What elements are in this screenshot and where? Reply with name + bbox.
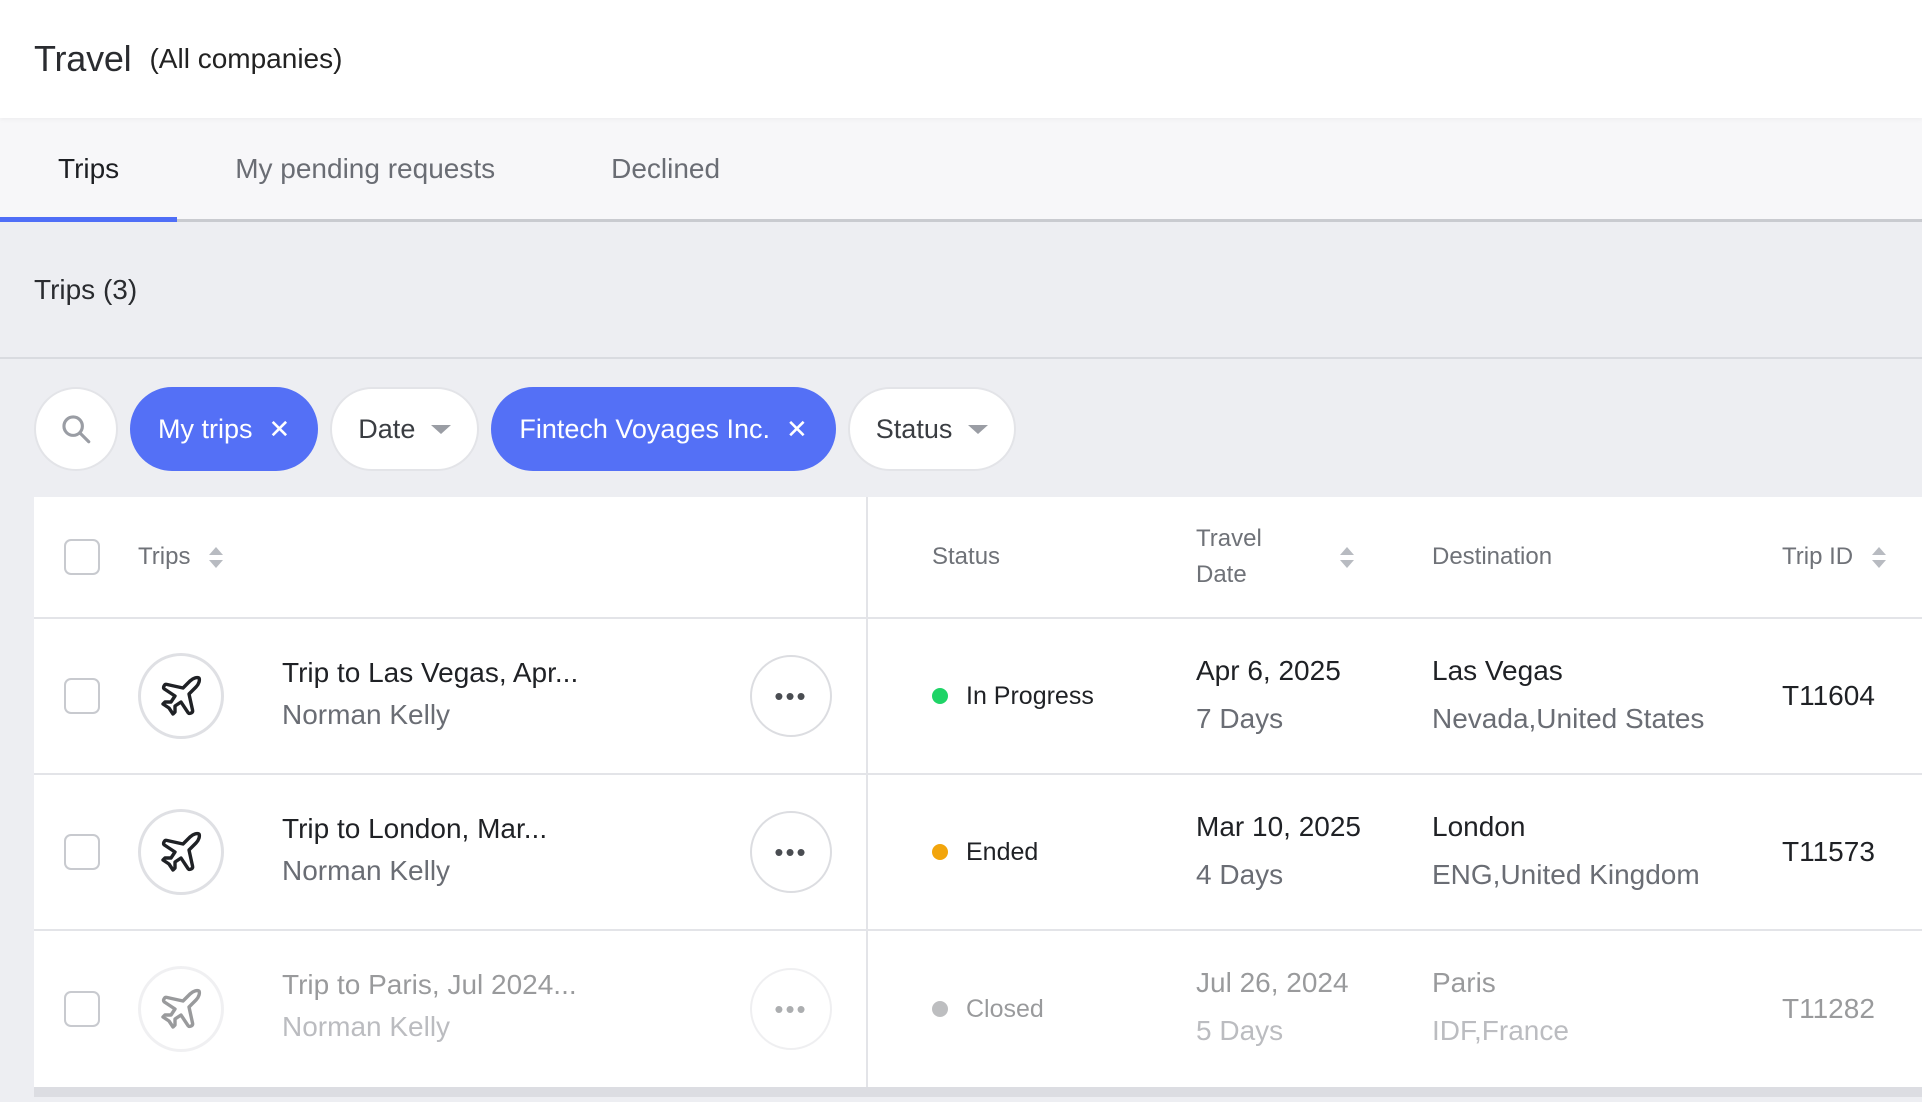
column-header-destination-label: Destination: [1432, 543, 1553, 570]
more-icon: •••: [774, 836, 808, 867]
status-badge: In Progress: [932, 682, 1094, 711]
more-icon: •••: [774, 680, 808, 711]
filter-my-trips[interactable]: My trips ✕: [130, 387, 319, 471]
trip-name[interactable]: Trip to Las Vegas, Apr...: [282, 657, 578, 689]
caret-down-icon: [431, 424, 452, 434]
trips-count: Trips (3): [34, 273, 138, 305]
trip-avatar: [138, 966, 224, 1052]
trip-id: T11573: [1782, 836, 1875, 867]
row-checkbox[interactable]: [64, 991, 100, 1027]
status-badge: Ended: [932, 838, 1038, 867]
trip-avatar: [138, 809, 224, 895]
filter-my-trips-label: My trips: [158, 413, 253, 444]
column-divider: [866, 497, 868, 617]
remove-filter-icon[interactable]: ✕: [269, 416, 291, 442]
more-icon: •••: [774, 993, 808, 1024]
travel-date: Mar 10, 2025: [1196, 811, 1361, 842]
more-actions-button[interactable]: •••: [750, 968, 832, 1050]
filter-company-label: Fintech Voyages Inc.: [519, 413, 770, 444]
tab-declined[interactable]: Declined: [553, 118, 778, 219]
caret-down-icon: [968, 424, 989, 434]
trip-name[interactable]: Trip to Paris, Jul 2024...: [282, 969, 577, 1001]
select-all-checkbox[interactable]: [64, 539, 100, 575]
status-badge: Closed: [932, 995, 1044, 1024]
tab-my-pending-requests[interactable]: My pending requests: [177, 118, 553, 219]
trip-name[interactable]: Trip to London, Mar...: [282, 813, 547, 845]
destination-city: London: [1432, 811, 1526, 842]
tab-trips[interactable]: Trips: [0, 118, 178, 222]
search-button[interactable]: [34, 387, 118, 471]
page-subtitle: (All companies): [149, 43, 343, 74]
column-divider: [866, 619, 868, 773]
filter-status[interactable]: Status: [847, 387, 1017, 471]
table-header: Trips Status Travel Date Destination Tri…: [34, 497, 1922, 619]
travel-date: Jul 26, 2024: [1196, 967, 1349, 998]
filter-date-label: Date: [358, 413, 416, 444]
travel-duration: 7 Days: [1196, 703, 1284, 734]
trip-id: T11282: [1782, 993, 1875, 1024]
travel-date: Apr 6, 2025: [1196, 655, 1341, 686]
column-header-trip-id-label: Trip ID: [1782, 543, 1854, 570]
table-row[interactable]: Trip to Paris, Jul 2024... Norman Kelly …: [34, 931, 1922, 1087]
column-header-travel-date-line1: Travel: [1196, 525, 1262, 552]
sort-icon[interactable]: [1871, 547, 1886, 569]
row-checkbox[interactable]: [64, 678, 100, 714]
destination-region: Nevada,United States: [1432, 703, 1705, 734]
destination-city: Paris: [1432, 967, 1496, 998]
filter-status-label: Status: [875, 413, 953, 444]
filter-company[interactable]: Fintech Voyages Inc. ✕: [491, 387, 836, 471]
trip-owner: Norman Kelly: [282, 855, 451, 886]
status-label: Closed: [966, 994, 1044, 1023]
destination-city: Las Vegas: [1432, 655, 1563, 686]
column-header-travel-date[interactable]: Travel Date: [1196, 521, 1376, 593]
sort-icon[interactable]: [209, 547, 224, 569]
status-dot-icon: [932, 688, 948, 704]
filter-date[interactable]: Date: [330, 387, 480, 471]
search-icon: [62, 415, 91, 444]
tab-bar: Trips My pending requests Declined: [0, 118, 1922, 222]
section-header: Trips (3): [0, 222, 1922, 359]
column-header-trips-label: Trips: [138, 543, 191, 570]
more-actions-button[interactable]: •••: [750, 655, 832, 737]
row-checkbox[interactable]: [64, 834, 100, 870]
airplane-icon: [161, 831, 202, 872]
trip-owner: Norman Kelly: [282, 1011, 451, 1042]
column-header-status: Status: [932, 539, 1000, 575]
travel-duration: 4 Days: [1196, 859, 1284, 890]
column-header-destination: Destination: [1432, 539, 1552, 575]
trips-table: Trips Status Travel Date Destination Tri…: [34, 497, 1922, 1087]
more-actions-button[interactable]: •••: [750, 811, 832, 893]
status-label: Ended: [966, 837, 1039, 866]
column-divider: [866, 775, 868, 929]
status-dot-icon: [932, 844, 948, 860]
column-header-travel-date-line2: Date: [1196, 561, 1247, 588]
table-row[interactable]: Trip to Las Vegas, Apr... Norman Kelly •…: [34, 619, 1922, 775]
column-header-status-label: Status: [932, 543, 1001, 570]
airplane-icon: [161, 675, 202, 716]
table-row[interactable]: Trip to London, Mar... Norman Kelly ••• …: [34, 775, 1922, 931]
airplane-icon: [161, 988, 202, 1029]
sort-icon[interactable]: [1340, 546, 1354, 568]
trip-id: T11604: [1782, 680, 1875, 711]
trip-owner: Norman Kelly: [282, 699, 451, 730]
destination-region: IDF,France: [1432, 1015, 1569, 1046]
column-header-trip-id[interactable]: Trip ID: [1782, 539, 1886, 575]
column-header-trips[interactable]: Trips: [138, 539, 224, 575]
destination-region: ENG,United Kingdom: [1432, 859, 1700, 890]
remove-filter-icon[interactable]: ✕: [786, 416, 808, 442]
status-label: In Progress: [966, 681, 1094, 710]
status-dot-icon: [932, 1001, 948, 1017]
page-header: Travel (All companies): [0, 0, 1922, 118]
travel-duration: 5 Days: [1196, 1015, 1284, 1046]
filter-bar: My trips ✕ Date Fintech Voyages Inc. ✕ S…: [0, 359, 1922, 499]
column-divider: [866, 931, 868, 1087]
table-scroll-edge: [34, 1087, 1922, 1097]
trip-avatar: [138, 653, 224, 739]
page-title: Travel: [34, 38, 132, 79]
